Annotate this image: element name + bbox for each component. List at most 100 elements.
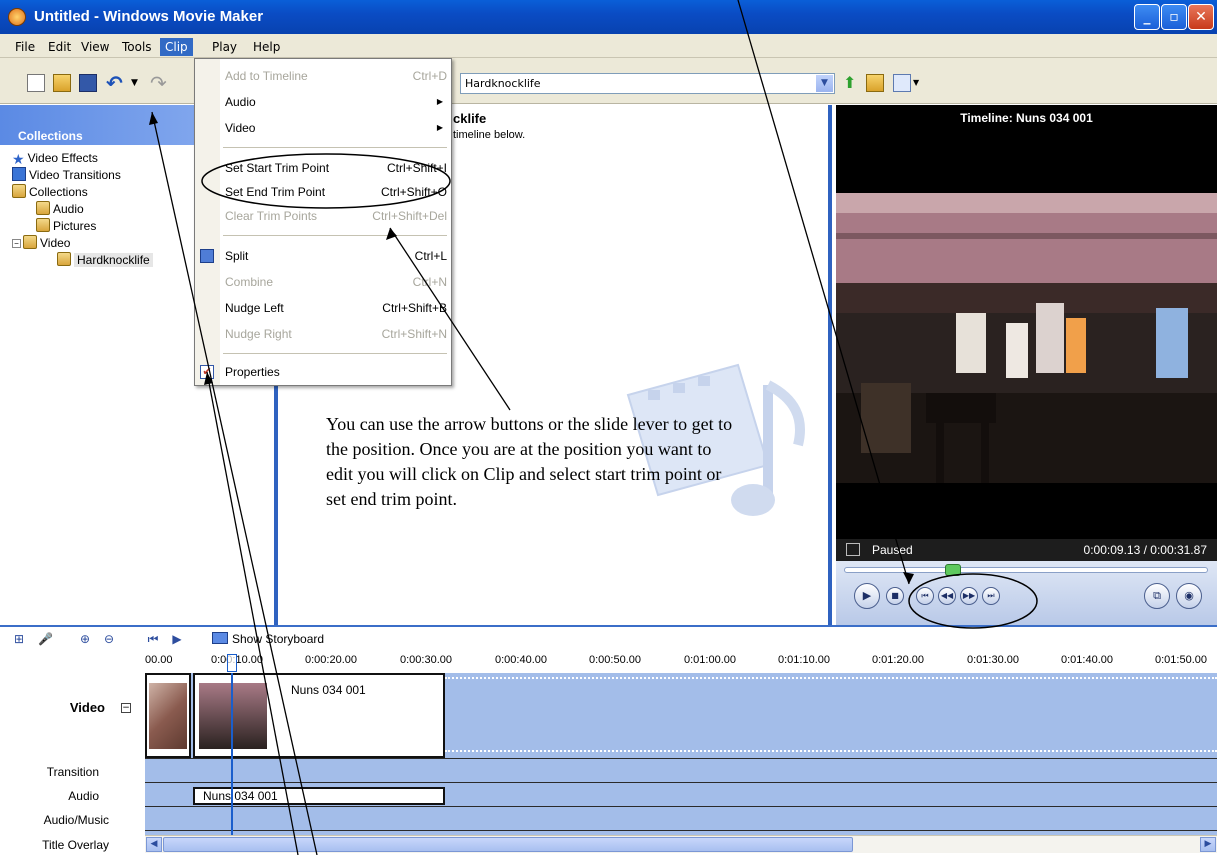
zoom-out-icon[interactable]: ⊖ <box>102 632 116 646</box>
playhead-handle[interactable] <box>227 654 237 672</box>
menu-item-properties[interactable]: Properties <box>225 363 447 381</box>
previous-frame-icon[interactable]: ⏮ <box>916 587 934 605</box>
menu-item-audio[interactable]: Audio ▶ <box>225 93 447 111</box>
video-clip-thumbnail[interactable] <box>145 673 191 758</box>
menu-item-clear-trim-points[interactable]: Clear Trim Points Ctrl+Shift+Del <box>225 207 447 225</box>
tree-item-pictures[interactable]: Pictures <box>36 218 96 234</box>
monitor-title: Timeline: Nuns 034 001 <box>960 111 1093 125</box>
clip-menu-dropdown: Add to Timeline Ctrl+D Audio ▶ Video ▶ S… <box>194 58 452 386</box>
tree-item-audio[interactable]: Audio <box>36 201 84 217</box>
contents-title: cklife <box>453 111 487 126</box>
timeline-scrollbar[interactable]: ◀ ▶ <box>145 835 1217 853</box>
tree-item-collections[interactable]: Collections <box>12 184 88 200</box>
scroll-left-icon[interactable]: ◀ <box>146 837 162 852</box>
views-icon[interactable] <box>893 74 911 92</box>
undo-icon[interactable]: ↶ <box>106 73 124 93</box>
collections-select[interactable]: Hardknocklife ▼ <box>460 73 835 94</box>
views-dropdown-icon[interactable]: ▼ <box>913 74 931 92</box>
menu-clip[interactable]: Clip <box>160 38 193 56</box>
tree-item-video-effects[interactable]: ★ Video Effects <box>12 150 98 167</box>
undo-dropdown-icon[interactable]: ▼ <box>131 74 149 92</box>
collections-select-value: Hardknocklife <box>465 77 541 90</box>
menu-item-nudge-left[interactable]: Nudge Left Ctrl+Shift+B <box>225 299 447 317</box>
play-timeline-icon[interactable]: ▶ <box>170 632 184 646</box>
collapse-icon[interactable]: − <box>12 239 21 248</box>
ruler-tick: 00.00 <box>145 654 173 666</box>
playback-status: Paused <box>872 543 913 557</box>
scrollbar-thumb[interactable] <box>163 837 853 852</box>
timeline-ruler[interactable]: 00.00 0:00:10.00 0:00:20.00 0:00:30.00 0… <box>145 651 1217 673</box>
ruler-tick: 0:00:10.00 <box>211 654 263 666</box>
menu-item-set-end-trim-point[interactable]: Set End Trim Point Ctrl+Shift+O <box>225 183 447 201</box>
narrate-timeline-icon[interactable]: 🎤 <box>38 632 53 646</box>
up-one-level-icon[interactable]: ⬆ <box>843 74 861 92</box>
fullscreen-icon[interactable] <box>846 543 860 556</box>
tutorial-annotation: You can use the arrow buttons or the sli… <box>326 414 733 509</box>
folder-icon <box>57 252 71 266</box>
title-bar: Untitled - Windows Movie Maker _ ▫ ✕ <box>0 0 1217 34</box>
menu-view[interactable]: View <box>76 38 114 56</box>
next-frame-icon[interactable]: ⏭ <box>982 587 1000 605</box>
clip-thumbnail <box>149 683 187 749</box>
menu-play[interactable]: Play <box>207 38 242 56</box>
rewind-icon[interactable]: ◀◀ <box>938 587 956 605</box>
timeline-tracks[interactable]: Nuns 034 001 Nuns 034 001 <box>145 673 1217 835</box>
chevron-down-icon[interactable]: ▼ <box>816 75 833 92</box>
set-audio-levels-icon[interactable]: ⊞ <box>12 632 26 646</box>
ruler-tick: 0:01:50.00 <box>1155 654 1207 666</box>
video-track-empty-area <box>445 677 1217 752</box>
save-project-icon[interactable] <box>79 74 97 92</box>
tree-item-video-transitions[interactable]: Video Transitions <box>12 167 121 183</box>
menu-item-split[interactable]: Split Ctrl+L <box>225 247 447 265</box>
collections-header-title: Collections <box>18 129 83 143</box>
menu-edit[interactable]: Edit <box>43 38 76 56</box>
menu-item-nudge-right[interactable]: Nudge Right Ctrl+Shift+N <box>225 325 447 343</box>
stop-icon[interactable]: ■ <box>886 587 904 605</box>
contents-subtitle: timeline below. <box>453 129 526 141</box>
scroll-right-icon[interactable]: ▶ <box>1200 837 1216 852</box>
menu-help[interactable]: Help <box>248 38 285 56</box>
folder-icon <box>36 201 50 215</box>
movie-maker-app-icon <box>8 8 26 26</box>
menu-bar: File Edit View Tools Clip Play Help <box>0 34 1217 58</box>
menu-separator <box>223 235 447 236</box>
collapse-icon[interactable]: − <box>121 703 131 713</box>
seek-slider-thumb[interactable] <box>945 564 961 576</box>
open-project-icon[interactable] <box>53 74 71 92</box>
new-project-icon[interactable] <box>27 74 45 92</box>
tree-item-video[interactable]: − Video <box>12 235 70 251</box>
maximize-button[interactable]: ▫ <box>1161 4 1187 30</box>
menu-item-set-start-trim-point[interactable]: Set Start Trim Point Ctrl+Shift+I <box>225 159 447 177</box>
tree-item-hardknocklife[interactable]: Hardknocklife <box>57 252 153 268</box>
zoom-in-icon[interactable]: ⊕ <box>78 632 92 646</box>
ruler-tick: 0:01:10.00 <box>778 654 830 666</box>
close-button[interactable]: ✕ <box>1188 4 1214 30</box>
play-icon[interactable]: ▶ <box>854 583 880 609</box>
ruler-tick: 0:01:30.00 <box>967 654 1019 666</box>
playhead[interactable] <box>231 673 233 835</box>
split-clip-icon[interactable]: ⧉ <box>1144 583 1170 609</box>
playback-time: 0:00:09.13 / 0:00:31.87 <box>1083 543 1207 557</box>
forward-icon[interactable]: ▶▶ <box>960 587 978 605</box>
track-divider <box>145 782 1217 783</box>
menu-item-add-to-timeline[interactable]: Add to Timeline Ctrl+D <box>225 67 447 85</box>
menu-separator <box>223 147 447 148</box>
track-label-video: Video <box>69 700 105 715</box>
folder-icon <box>36 218 50 232</box>
minimize-button[interactable]: _ <box>1134 4 1160 30</box>
menu-tools[interactable]: Tools <box>117 38 157 56</box>
playback-status-bar: Paused 0:00:09.13 / 0:00:31.87 <box>836 539 1217 561</box>
menu-item-combine[interactable]: Combine Ctrl+N <box>225 273 447 291</box>
menu-file[interactable]: File <box>10 38 40 56</box>
seek-slider[interactable] <box>844 564 1208 576</box>
redo-icon[interactable]: ↷ <box>150 73 168 93</box>
show-storyboard-button[interactable]: Show Storyboard <box>212 632 324 646</box>
rewind-timeline-icon[interactable]: ⏮ <box>146 632 160 646</box>
new-collection-folder-icon[interactable] <box>866 74 884 92</box>
menu-item-video[interactable]: Video ▶ <box>225 119 447 137</box>
ruler-tick: 0:01:00.00 <box>684 654 736 666</box>
properties-icon: ✔ <box>200 365 214 379</box>
folder-icon <box>23 235 37 249</box>
take-picture-icon[interactable]: ◉ <box>1176 583 1202 609</box>
split-icon <box>200 249 214 263</box>
